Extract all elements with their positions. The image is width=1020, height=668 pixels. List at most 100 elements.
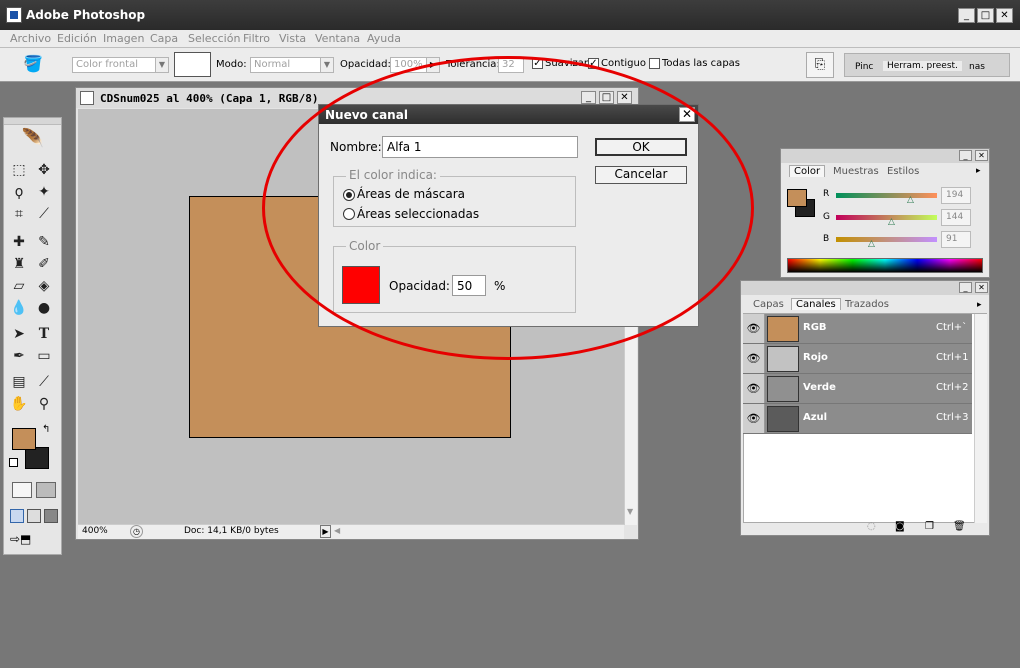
blue-value-input[interactable]: 91: [941, 231, 971, 248]
marquee-tool-icon[interactable]: ⬚: [8, 160, 30, 180]
tab-channels[interactable]: Canales: [791, 298, 841, 310]
contiguous-checkbox[interactable]: ✓: [588, 58, 599, 69]
green-slider[interactable]: [836, 215, 937, 220]
opacity-input[interactable]: [452, 275, 486, 296]
cancel-button[interactable]: Cancelar: [595, 166, 687, 184]
panel-menu-icon[interactable]: ▸: [977, 300, 982, 310]
standard-screen-icon[interactable]: [10, 509, 24, 523]
zoom-level[interactable]: 400%: [82, 526, 108, 536]
lasso-tool-icon[interactable]: ϙ: [8, 182, 30, 202]
pen-tool-icon[interactable]: ✒: [8, 346, 30, 366]
magic-wand-tool-icon[interactable]: ✦: [33, 182, 55, 202]
doc-maximize-button[interactable]: □: [599, 91, 614, 104]
doc-close-button[interactable]: ✕: [617, 91, 632, 104]
channel-row-rojo[interactable]: 👁 Rojo Ctrl+1: [743, 344, 972, 374]
eyedropper-tool-icon[interactable]: ⟋: [33, 372, 55, 392]
color-panel-minimize-button[interactable]: _: [959, 150, 972, 161]
masked-areas-radio[interactable]: [343, 189, 355, 201]
file-browser-icon[interactable]: ⎘: [806, 52, 834, 78]
color-spectrum-bar[interactable]: [787, 258, 983, 273]
paint-bucket-tool-icon[interactable]: 🪣: [20, 54, 46, 76]
menu-capa[interactable]: Capa: [150, 32, 178, 45]
close-button[interactable]: ✕: [996, 8, 1013, 23]
default-colors-icon[interactable]: [9, 458, 18, 467]
dialog-close-button[interactable]: ✕: [679, 107, 695, 122]
red-slider-handle-icon[interactable]: △: [907, 195, 914, 205]
menu-ventana[interactable]: Ventana: [315, 32, 360, 45]
selected-areas-label[interactable]: Áreas seleccionadas: [357, 207, 479, 221]
color-panel-close-button[interactable]: ✕: [975, 150, 988, 161]
channel-row-verde[interactable]: 👁 Verde Ctrl+2: [743, 374, 972, 404]
green-value-input[interactable]: 144: [941, 209, 971, 226]
palette-tab-presets[interactable]: Herram. preest.: [883, 61, 962, 71]
menu-ayuda[interactable]: Ayuda: [367, 32, 401, 45]
slice-tool-icon[interactable]: ⟋: [33, 204, 55, 224]
red-slider[interactable]: [836, 193, 937, 198]
move-tool-icon[interactable]: ✥: [33, 160, 55, 180]
all-layers-checkbox[interactable]: [649, 58, 660, 69]
path-selection-tool-icon[interactable]: ➤: [8, 324, 30, 344]
swap-colors-icon[interactable]: ↰: [42, 424, 50, 435]
quick-mask-icon[interactable]: [36, 482, 56, 498]
full-screen-icon[interactable]: [44, 509, 58, 523]
palette-tab-other[interactable]: nas: [969, 62, 985, 72]
menu-vista[interactable]: Vista: [279, 32, 306, 45]
channels-scrollbar[interactable]: [974, 314, 987, 523]
tab-paths[interactable]: Trazados: [845, 299, 889, 310]
paint-bucket-tool-icon[interactable]: ◈: [33, 276, 55, 296]
status-menu-arrow-icon[interactable]: ▶: [320, 525, 331, 538]
visibility-eye-icon[interactable]: 👁: [743, 404, 765, 433]
scroll-down-icon[interactable]: ▼: [627, 507, 633, 516]
standard-mode-icon[interactable]: [12, 482, 32, 498]
tab-styles[interactable]: Estilos: [887, 166, 919, 177]
opacity-input[interactable]: 100% ▶: [390, 57, 440, 73]
hand-tool-icon[interactable]: ✋: [8, 394, 30, 414]
mask-color-swatch[interactable]: [342, 266, 380, 304]
visibility-eye-icon[interactable]: 👁: [743, 314, 765, 343]
menu-edicion[interactable]: Edición: [57, 32, 97, 45]
zoom-tool-icon[interactable]: ⚲: [33, 394, 55, 414]
panel-menu-icon[interactable]: ▸: [976, 166, 981, 176]
minimize-button[interactable]: _: [958, 8, 975, 23]
visibility-eye-icon[interactable]: 👁: [743, 374, 765, 403]
blue-slider-handle-icon[interactable]: △: [868, 239, 875, 249]
masked-areas-label[interactable]: Áreas de máscara: [357, 187, 465, 201]
menu-archivo[interactable]: Archivo: [10, 32, 51, 45]
blue-slider[interactable]: [836, 237, 937, 242]
load-selection-icon[interactable]: ◌: [867, 521, 876, 532]
history-brush-tool-icon[interactable]: ✐: [33, 254, 55, 274]
selected-areas-radio[interactable]: [343, 208, 355, 220]
palette-tab-brushes[interactable]: Pinc: [855, 62, 873, 72]
tab-layers[interactable]: Capas: [753, 299, 784, 310]
doc-minimize-button[interactable]: _: [581, 91, 596, 104]
menu-filtro[interactable]: Filtro: [243, 32, 270, 45]
tab-swatches[interactable]: Muestras: [833, 166, 879, 177]
visibility-eye-icon[interactable]: 👁: [743, 344, 765, 373]
channels-panel-minimize-button[interactable]: _: [959, 282, 972, 293]
jump-to-imageready-icon[interactable]: ⇨⬒: [10, 532, 56, 550]
channels-panel-close-button[interactable]: ✕: [975, 282, 988, 293]
brush-tool-icon[interactable]: ✎: [33, 232, 55, 252]
dodge-tool-icon[interactable]: ●: [33, 298, 55, 318]
mode-select[interactable]: Normal ▼: [250, 57, 334, 73]
type-tool-icon[interactable]: T: [33, 324, 55, 344]
menu-imagen[interactable]: Imagen: [103, 32, 144, 45]
panel-foreground-swatch[interactable]: [787, 189, 807, 207]
channel-name-input[interactable]: [382, 136, 578, 158]
save-selection-icon[interactable]: ◙: [895, 521, 905, 532]
green-slider-handle-icon[interactable]: △: [888, 217, 895, 227]
eraser-tool-icon[interactable]: ▱: [8, 276, 30, 296]
notes-tool-icon[interactable]: ▤: [8, 372, 30, 392]
channel-row-azul[interactable]: 👁 Azul Ctrl+3: [743, 404, 972, 434]
ok-button[interactable]: OK: [595, 138, 687, 156]
blur-tool-icon[interactable]: 💧: [8, 298, 30, 318]
rectangle-tool-icon[interactable]: ▭: [33, 346, 55, 366]
trash-icon[interactable]: 🗑: [953, 521, 966, 532]
crop-tool-icon[interactable]: ⌗: [8, 204, 30, 224]
full-screen-menu-icon[interactable]: [27, 509, 41, 523]
fill-source-select[interactable]: Color frontal ▼: [72, 57, 169, 73]
tab-color[interactable]: Color: [789, 165, 826, 177]
pattern-picker[interactable]: [174, 52, 211, 77]
channel-row-rgb[interactable]: 👁 RGB Ctrl+`: [743, 314, 972, 344]
status-info-icon[interactable]: ◷: [130, 525, 143, 538]
